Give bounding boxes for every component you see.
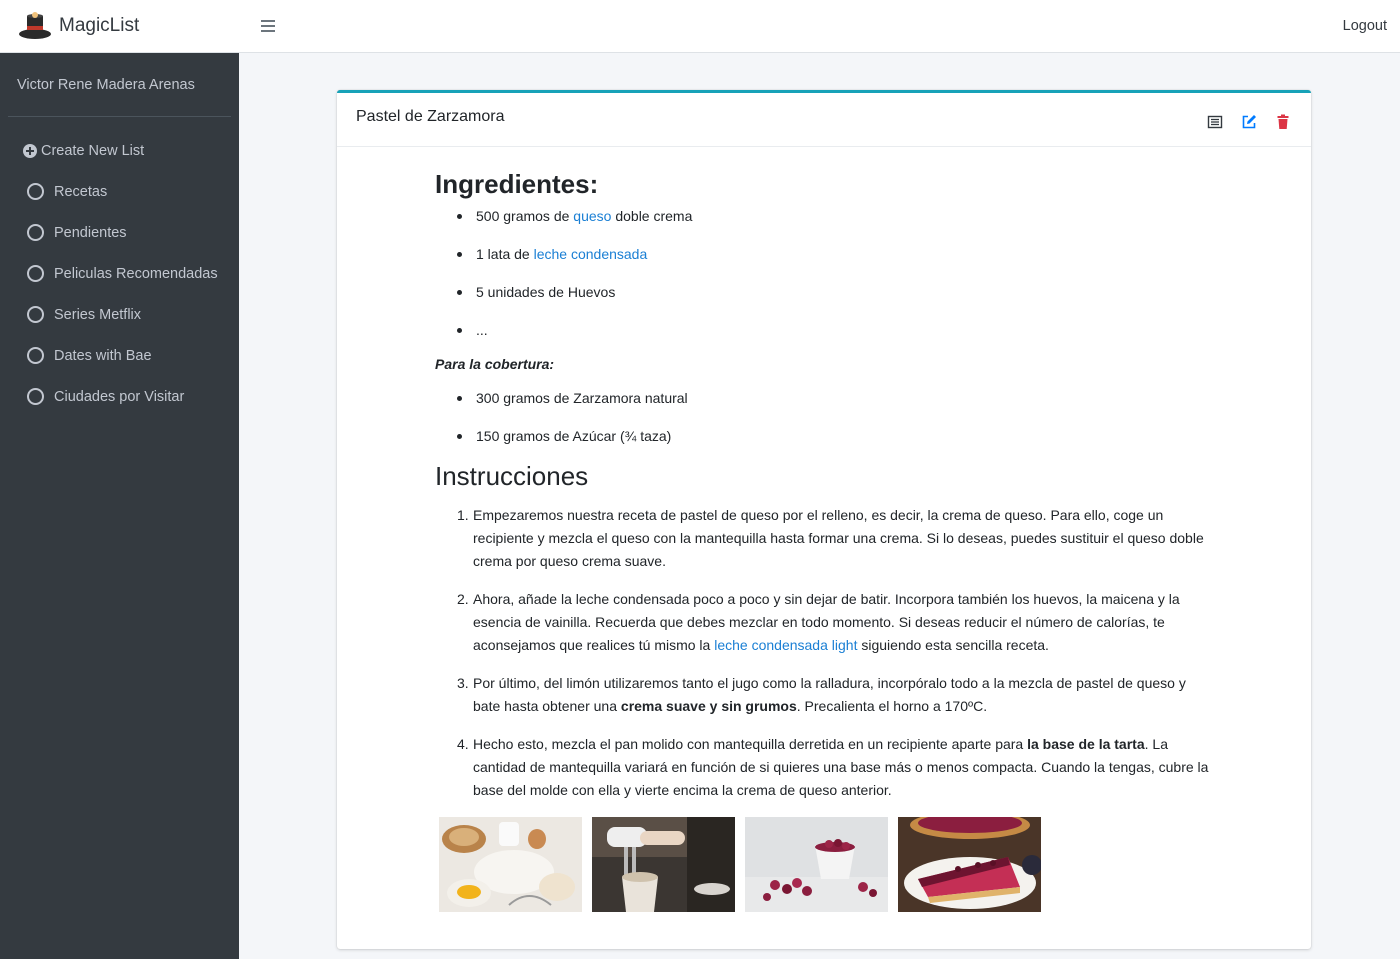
list-item: 1 lata de leche condensada xyxy=(457,244,1217,264)
ingredient-text: doble crema xyxy=(611,208,693,224)
step-number: 1. xyxy=(457,507,469,523)
plus-circle-icon xyxy=(23,144,37,158)
brand-name: MagicList xyxy=(59,15,140,36)
ingredient-text: 1 lata de xyxy=(476,246,534,262)
sidebar-item-label: Pendientes xyxy=(54,224,127,241)
sidebar-nav: Create New List Recetas Pendientes Pelic… xyxy=(0,117,239,417)
circle-icon xyxy=(27,183,44,200)
top-navbar: Logout xyxy=(239,0,1400,53)
user-panel: Victor Rene Madera Arenas xyxy=(8,53,231,117)
card-body: Ingredientes: 500 gramos de queso doble … xyxy=(337,147,1217,912)
sidebar-item-pendientes[interactable]: Pendientes xyxy=(0,212,239,253)
sidebar-item-label: Ciudades por Visitar xyxy=(54,388,185,405)
list-item: 3. Por último, del limón utilizaremos ta… xyxy=(457,672,1217,718)
step-bold-text: crema suave y sin grumos xyxy=(620,698,797,714)
step-number: 2. xyxy=(457,591,469,607)
sidebar-item-recetas[interactable]: Recetas xyxy=(0,171,239,212)
leche-condensada-light-link[interactable]: leche condensada light xyxy=(714,637,857,653)
photo-gallery xyxy=(435,817,1217,912)
queso-link[interactable]: queso xyxy=(573,208,611,224)
ingredient-text: 500 gramos de xyxy=(476,208,574,224)
circle-icon xyxy=(27,265,44,282)
step-text: Empezaremos nuestra receta de pastel de … xyxy=(473,507,1204,569)
list-item: 5 unidades de Huevos xyxy=(457,282,1217,302)
baking-ingredients-photo[interactable] xyxy=(439,817,582,912)
instructions-heading: Instrucciones xyxy=(435,461,589,491)
blackberries-photo[interactable] xyxy=(745,817,888,912)
magic-hat-icon xyxy=(18,10,52,42)
ingredient-text: 5 unidades de Huevos xyxy=(476,284,616,300)
hamburger-icon[interactable] xyxy=(261,20,275,32)
step-number: 4. xyxy=(457,736,469,752)
ingredient-text: ... xyxy=(476,322,488,338)
sidebar-item-label: Recetas xyxy=(54,183,108,200)
card-title: Pastel de Zarzamora xyxy=(356,107,505,125)
hand-mixer-photo[interactable] xyxy=(592,817,735,912)
sidebar: MagicList Victor Rene Madera Arenas Crea… xyxy=(0,0,239,959)
sidebar-item-dates[interactable]: Dates with Bae xyxy=(0,335,239,376)
list-item: ... xyxy=(457,320,1217,340)
create-new-list-label: Create New List xyxy=(41,143,145,159)
step-bold-text: la base de la tarta xyxy=(1027,736,1145,752)
recipe-card: Pastel de Zarzamora Ingredientes: 500 gr… xyxy=(337,90,1311,949)
trash-icon[interactable] xyxy=(1275,114,1291,130)
list-item: 500 gramos de queso doble crema xyxy=(457,206,1217,226)
list-item: 150 gramos de Azúcar (¾ taza) xyxy=(457,426,1217,446)
circle-icon xyxy=(27,388,44,405)
user-name[interactable]: Victor Rene Madera Arenas xyxy=(17,77,195,93)
brand-link[interactable]: MagicList xyxy=(0,0,239,53)
sidebar-item-label: Series Metflix xyxy=(54,306,142,323)
topping-list: 300 gramos de Zarzamora natural 150 gram… xyxy=(435,388,1217,446)
create-new-list-button[interactable]: Create New List xyxy=(0,131,239,171)
list-item: 2. Ahora, añade la leche condensada poco… xyxy=(457,588,1217,657)
circle-icon xyxy=(27,224,44,241)
logout-link[interactable]: Logout xyxy=(1343,18,1387,34)
list-item: 300 gramos de Zarzamora natural xyxy=(457,388,1217,408)
list-icon[interactable] xyxy=(1207,114,1223,130)
card-tools xyxy=(1207,114,1291,130)
blackberry-cheesecake-photo[interactable] xyxy=(898,817,1041,912)
step-number: 3. xyxy=(457,675,469,691)
topping-heading: Para la cobertura: xyxy=(435,356,555,372)
sidebar-item-peliculas[interactable]: Peliculas Recomendadas xyxy=(0,253,239,294)
circle-icon xyxy=(27,347,44,364)
circle-icon xyxy=(27,306,44,323)
edit-icon[interactable] xyxy=(1241,114,1257,130)
ingredients-list: 500 gramos de queso doble crema 1 lata d… xyxy=(435,206,1217,340)
list-item: 1. Empezaremos nuestra receta de pastel … xyxy=(457,504,1217,573)
card-header: Pastel de Zarzamora xyxy=(337,93,1311,147)
step-text: . Precalienta el horno a 170ºC. xyxy=(796,698,988,714)
instructions-list: 1. Empezaremos nuestra receta de pastel … xyxy=(435,504,1217,802)
leche-condensada-link[interactable]: leche condensada xyxy=(534,246,648,262)
step-text: siguiendo esta sencilla receta. xyxy=(857,637,1049,653)
sidebar-item-label: Peliculas Recomendadas xyxy=(54,265,218,282)
sidebar-item-series[interactable]: Series Metflix xyxy=(0,294,239,335)
step-text: Hecho esto, mezcla el pan molido con man… xyxy=(473,736,1028,752)
sidebar-item-ciudades[interactable]: Ciudades por Visitar xyxy=(0,376,239,417)
ingredients-heading: Ingredientes: xyxy=(435,169,599,199)
list-item: 4. Hecho esto, mezcla el pan molido con … xyxy=(457,733,1217,802)
sidebar-item-label: Dates with Bae xyxy=(54,347,152,364)
